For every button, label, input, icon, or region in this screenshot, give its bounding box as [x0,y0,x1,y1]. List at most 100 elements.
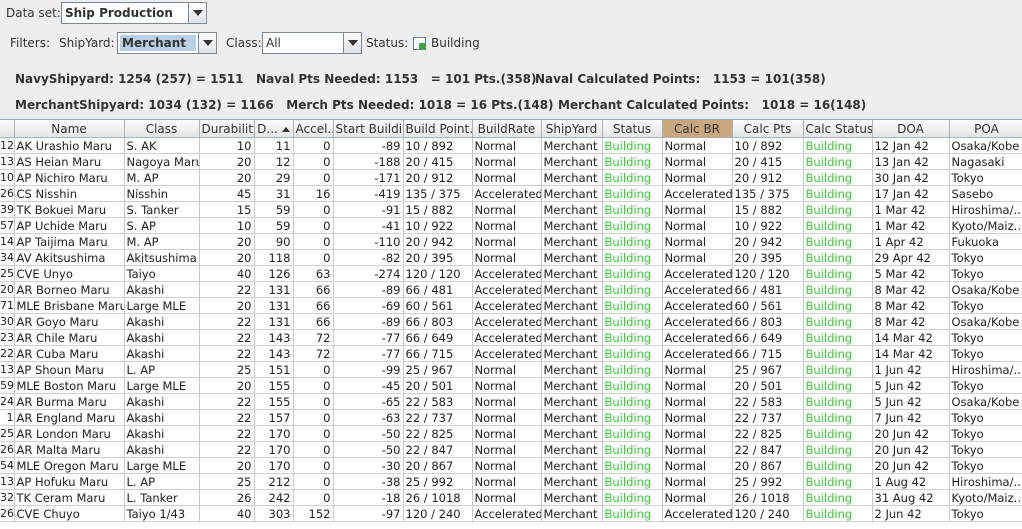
cell-start-building: -171 [333,169,404,186]
column-header-name[interactable]: Name [14,120,125,138]
table-row[interactable]: 14 AP Taijima Maru M. AP 20 90 0 -110 20 / 942 N… [0,233,1022,250]
table-row[interactable]: 13 AS Heian Maru Nagoya Maru 20 12 0 -188 20 / … [0,153,1022,170]
cell-status: Building [602,217,663,234]
shipyard-select[interactable]: Merchant [117,32,217,54]
column-header-calc-pts[interactable]: Calc Pts [732,120,804,138]
cell-calc-pts: 20 / 395 [732,249,804,266]
cell-days: 212 [254,473,294,490]
cell-name: AS Heian Maru [14,153,125,170]
cell-calc-status: Building [803,345,873,362]
cell-build-points: 22 / 737 [403,409,473,426]
column-header-label: ShipYard [545,121,598,136]
cell-durability: 22 [199,329,255,346]
column-header-build-points[interactable]: Build Point... [403,120,473,138]
table-row[interactable]: 25 AR London Maru Akashi 22 170 0 -50 22 / 825 N… [0,425,1022,442]
column-header-build-rate[interactable]: BuildRate [472,120,542,138]
cell-start-building: -65 [333,393,404,410]
table-row[interactable]: 13 AP Hofuku Maru L. AP 25 212 0 -38 25 / 992 No… [0,473,1022,490]
column-header-row-number[interactable] [0,120,15,138]
table-row[interactable]: 25 CVE Unyo Taiyo 40 126 63 -274 120 / 120 Accel… [0,265,1022,282]
cell-days: 31 [254,185,294,202]
cell-accel: 0 [293,393,334,410]
chevron-down-icon[interactable] [198,33,216,53]
chevron-down-icon[interactable] [188,3,206,23]
column-header-durability[interactable]: Durability [199,120,255,138]
table-row[interactable]: 30 AR Goyo Maru Akashi 22 131 66 -89 66 / 803 Ac… [0,313,1022,330]
cell-poa: Osaka/Kobe [949,137,1022,154]
cell-days: 170 [254,425,294,442]
status-filter-icon[interactable] [413,37,426,50]
cell-shipyard: Merchant [541,457,603,474]
cell-calc-status: Building [803,329,873,346]
table-row[interactable]: 22 AR Cuba Maru Akashi 22 143 72 -77 66 / 715 Ac… [0,345,1022,362]
cell-calc-pts: 120 / 120 [732,265,804,282]
table-row[interactable]: 39 TK Bokuei Maru S. Tanker 15 59 0 -91 15 / 88… [0,201,1022,218]
column-header-shipyard[interactable]: ShipYard [541,120,603,138]
cell-calc-br: Normal [662,153,733,170]
column-header-status[interactable]: Status [602,120,663,138]
cell-doa: 30 Jan 42 [872,169,950,186]
cell-durability: 22 [199,345,255,362]
chevron-down-icon[interactable] [343,33,361,53]
dataset-select[interactable]: Ship Production [61,2,207,24]
cell-class: M. AP [124,233,200,250]
cell-build-rate: Normal [472,473,542,490]
table-row[interactable]: 26 AR Malta Maru Akashi 22 170 0 -50 22 / 847 No… [0,441,1022,458]
cell-poa: Sasebo [949,185,1022,202]
cell-start-building: -89 [333,137,404,154]
cell-class: Akashi [124,409,200,426]
table-row[interactable]: 13 AP Shoun Maru L. AP 25 151 0 -99 25 / 967 Nor… [0,361,1022,378]
cell-build-points: 22 / 583 [403,393,473,410]
cell-class: S. AP [124,217,200,234]
cell-calc-status: Building [803,201,873,218]
cell-build-rate: Normal [472,249,542,266]
table-row[interactable]: 1 AR England Maru Akashi 22 157 0 -63 22 / 737 N… [0,409,1022,426]
cell-calc-status: Building [803,409,873,426]
cell-name: AR London Maru [14,425,125,442]
table-row[interactable]: 10 AP Nichiro Maru M. AP 20 29 0 -171 20 / 912 N… [0,169,1022,186]
cell-calc-br: Normal [662,217,733,234]
table-row[interactable]: 71 MLE Brisbane Maru Large MLE 20 131 66 -69 60… [0,297,1022,314]
table-row[interactable]: 57 AP Uchide Maru S. AP 10 59 0 -41 10 / 922 Nor… [0,217,1022,234]
cell-build-rate: Accelerated [472,185,542,202]
cell-poa: Tokyo [949,409,1022,426]
status-filter-value[interactable]: Building [431,36,480,50]
table-row[interactable]: 26 CVE Chuyo Taiyo 1/43 40 303 152 -97 120 / 24… [0,505,1022,522]
table-row[interactable]: 34 AV Akitsushima Akitsushima 20 118 0 -82 20 /… [0,249,1022,266]
table-row[interactable]: 59 MLE Boston Maru Large MLE 20 155 0 -45 20 / … [0,377,1022,394]
column-header-accel[interactable]: Accel... [293,120,334,138]
column-header-start-building[interactable]: Start Buildi... [333,120,404,138]
cell-durability: 22 [199,393,255,410]
column-header-class[interactable]: Class [124,120,200,138]
cell-durability: 20 [199,169,255,186]
table-row[interactable]: 24 AR Burma Maru Akashi 22 155 0 -65 22 / 583 No… [0,393,1022,410]
cell-poa: Nagasaki [949,153,1022,170]
cell-calc-pts: 26 / 1018 [732,489,804,506]
cell-durability: 26 [199,489,255,506]
cell-calc-br: Normal [662,233,733,250]
column-header-days[interactable]: D... [254,120,294,138]
cell-name: CVE Chuyo [14,505,125,522]
ship-production-table[interactable]: Name Class DurabilityD... Accel...Start Bui… [0,119,1022,529]
table-row[interactable]: 12 AK Urashio Maru S. AK 10 11 0 -89 10 / 892 No… [0,137,1022,154]
column-header-label: Class [145,121,178,136]
table-row[interactable]: 32 TK Ceram Maru L. Tanker 26 242 0 -18 26 / 10… [0,489,1022,506]
cell-status: Building [602,345,663,362]
cell-days: 242 [254,489,294,506]
cell-calc-status: Building [803,265,873,282]
table-row[interactable]: 54 MLE Oregon Maru Large MLE 20 170 0 -30 20 / … [0,457,1022,474]
table-row[interactable]: 26 CS Nisshin Nisshin 45 31 16 -419 135 / 375 Ac… [0,185,1022,202]
cell-poa: Tokyo [949,297,1022,314]
table-row[interactable]: 23 AR Chile Maru Akashi 22 143 72 -77 66 / 649 A… [0,329,1022,346]
column-header-doa[interactable]: DOA [872,120,950,138]
cell-accel: 0 [293,377,334,394]
class-select[interactable]: All [262,32,362,54]
cell-build-rate: Normal [472,425,542,442]
cell-doa: 13 Jan 42 [872,153,950,170]
table-row[interactable]: 20 AR Borneo Maru Akashi 22 131 66 -89 66 / 481… [0,281,1022,298]
cell-build-rate: Accelerated [472,505,542,522]
cell-start-building: -188 [333,153,404,170]
column-header-calc-br[interactable]: Calc BR [662,120,733,138]
column-header-poa[interactable]: POA [949,120,1022,138]
column-header-calc-status[interactable]: Calc Status [803,120,873,138]
